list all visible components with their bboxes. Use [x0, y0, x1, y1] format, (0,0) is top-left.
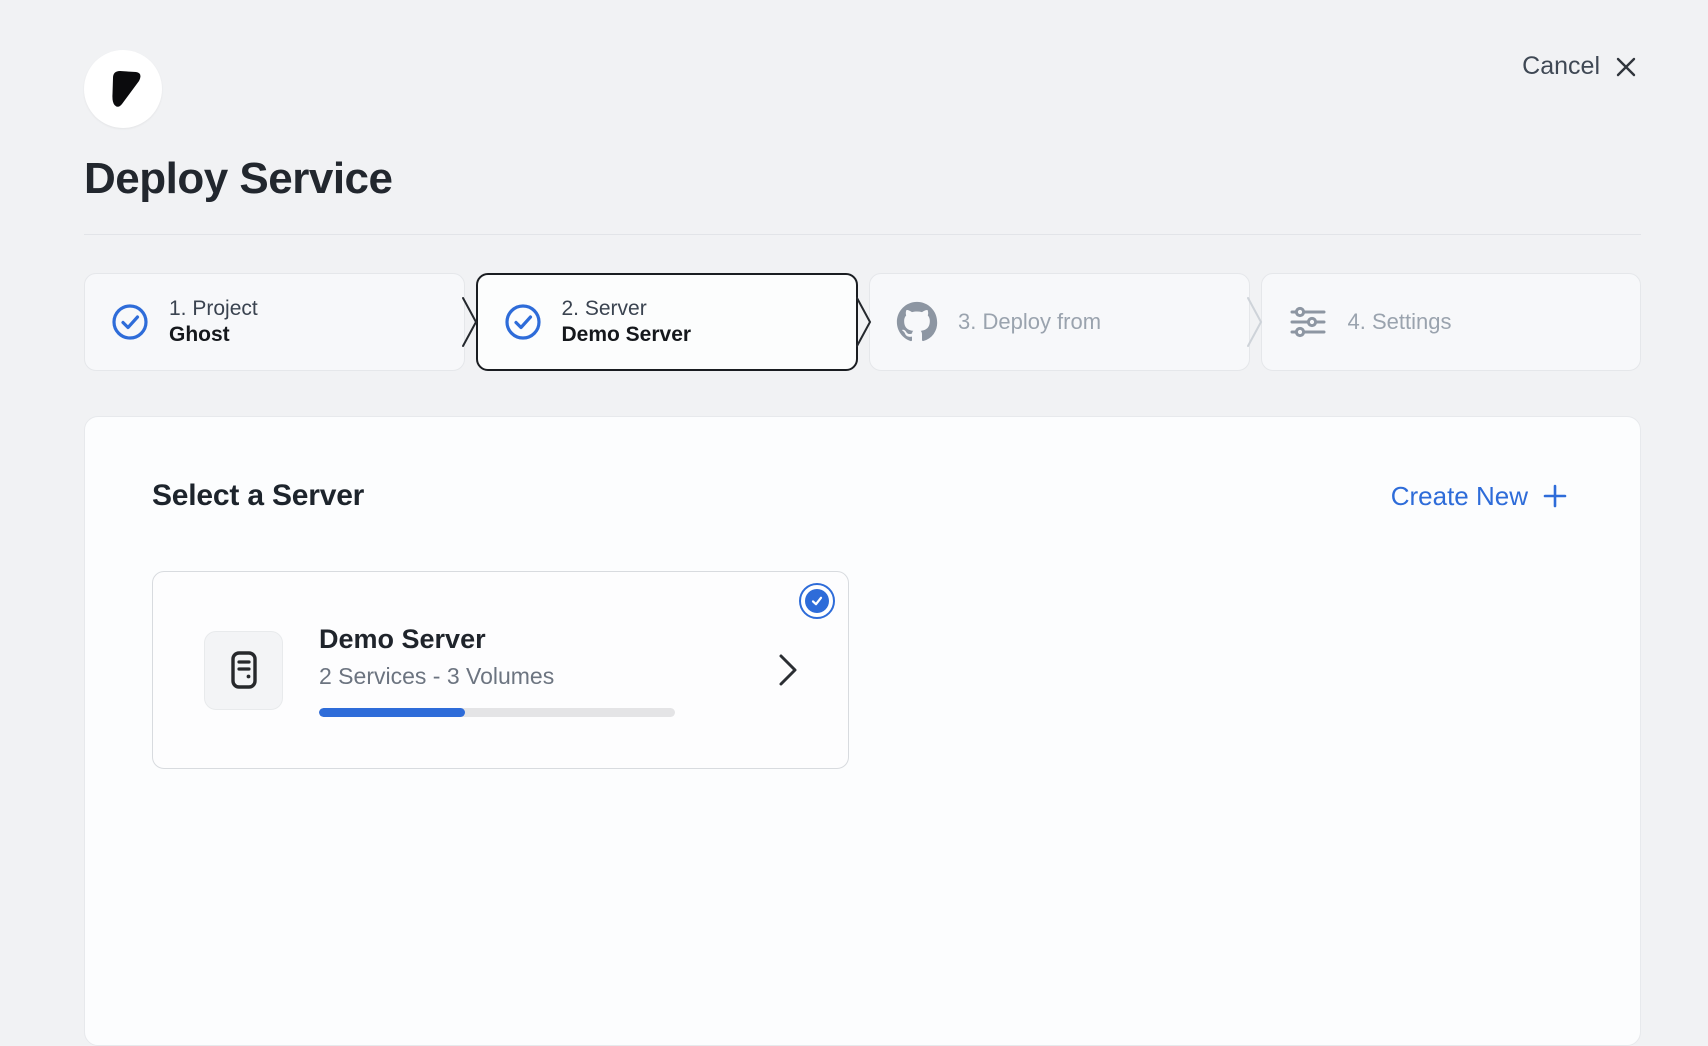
check-circle-icon [504, 303, 542, 341]
step-1-label: 1. Project [169, 296, 258, 322]
step-3-label: 3. Deploy from [958, 308, 1101, 336]
panel-heading: Select a Server [152, 479, 364, 513]
cancel-label: Cancel [1522, 52, 1600, 81]
server-meta: 2 Services - 3 Volumes [319, 663, 728, 690]
step-1-project[interactable]: 1. Project Ghost [84, 273, 465, 371]
modal-header: Cancel Deploy Service [0, 0, 1708, 235]
server-icon-box [204, 631, 283, 710]
step-1-text: 1. Project Ghost [169, 296, 258, 349]
plus-icon [1542, 483, 1568, 509]
server-usage-progressbar [319, 708, 675, 717]
cancel-button[interactable]: Cancel [1522, 52, 1638, 81]
step-separator-1 [465, 273, 476, 371]
step-2-label: 2. Server [562, 296, 692, 322]
deploy-service-modal: Cancel Deploy Service 1. Project Ghost [0, 0, 1708, 1032]
step-3-deploy-from[interactable]: 3. Deploy from [869, 273, 1250, 371]
chevron-right-icon [854, 295, 874, 349]
check-circle-icon [111, 303, 149, 341]
close-icon [1614, 55, 1638, 79]
step-3-text: 3. Deploy from [958, 308, 1101, 336]
wizard-steps: 1. Project Ghost 2. Server Demo Server [84, 273, 1641, 371]
chevron-right-icon [460, 295, 480, 349]
server-usage-progress-fill [319, 708, 465, 717]
app-logo [84, 50, 162, 128]
logo-glyph-icon [100, 66, 146, 112]
header-divider [84, 234, 1641, 235]
server-name: Demo Server [319, 624, 728, 655]
step-2-text: 2. Server Demo Server [562, 296, 692, 349]
create-new-button[interactable]: Create New [1391, 481, 1568, 512]
step-4-settings[interactable]: 4. Settings [1261, 273, 1642, 371]
step-1-value: Ghost [169, 322, 258, 348]
select-server-panel: Select a Server Create New Demo Server [84, 416, 1641, 1046]
step-separator-2 [858, 273, 869, 371]
github-icon [896, 301, 938, 343]
page-title: Deploy Service [84, 154, 1641, 204]
step-2-value: Demo Server [562, 322, 692, 348]
create-new-label: Create New [1391, 481, 1528, 512]
chevron-right-icon [776, 652, 800, 688]
step-4-text: 4. Settings [1348, 308, 1452, 336]
server-card-demo-server[interactable]: Demo Server 2 Services - 3 Volumes [152, 571, 849, 769]
selected-check-badge [799, 583, 835, 619]
check-icon [810, 594, 824, 608]
sliders-icon [1288, 302, 1328, 342]
server-info: Demo Server 2 Services - 3 Volumes [319, 624, 728, 717]
step-2-server[interactable]: 2. Server Demo Server [476, 273, 859, 371]
selected-check-badge-inner [805, 589, 829, 613]
panel-header: Select a Server Create New [152, 479, 1568, 513]
chevron-right-icon [1245, 295, 1265, 349]
step-4-label: 4. Settings [1348, 308, 1452, 336]
server-icon [223, 649, 265, 691]
step-separator-3 [1250, 273, 1261, 371]
